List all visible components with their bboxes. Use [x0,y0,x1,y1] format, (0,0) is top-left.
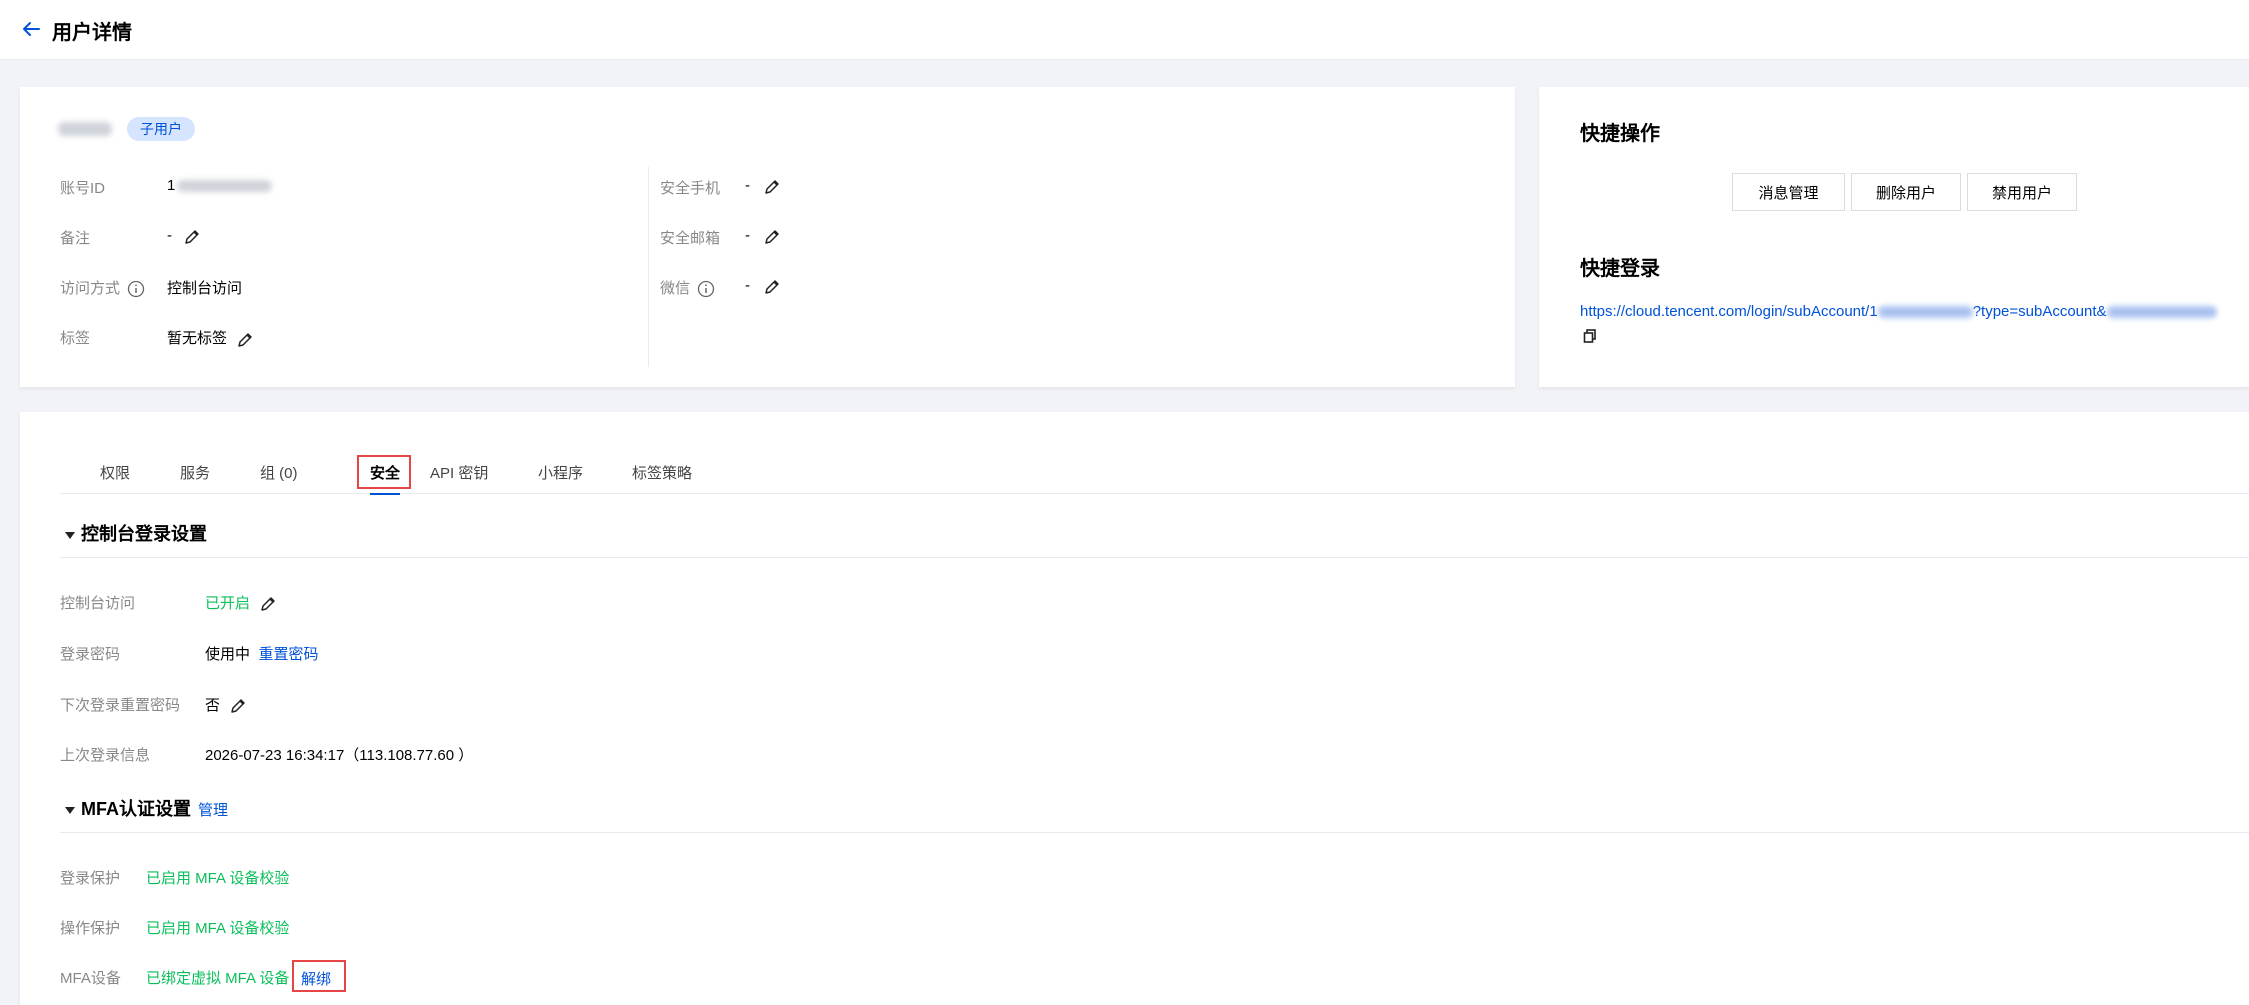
sub-user-badge: 子用户 [127,117,195,141]
top-bar: 用户详情 [0,0,2249,60]
section-divider [60,832,2249,833]
tab-permissions[interactable]: 权限 [100,462,130,483]
login-protection-label: 登录保护 [60,870,121,887]
tab-mini-programs[interactable]: 小程序 [538,462,583,483]
user-info-card: 子用户 账号ID 1 备注 - 访问方式 控制台访问 标签 暂无标签 安全手机 … [20,87,1515,387]
quick-login-title: 快捷登录 [1580,258,1660,280]
account-id-label: 账号ID [60,180,106,197]
tab-groups[interactable]: 组 (0) [260,462,298,483]
console-access-label: 控制台访问 [60,595,136,612]
edit-remark-pencil-icon[interactable] [184,228,201,245]
active-tab-underline [370,493,400,495]
unbind-highlight [292,960,346,992]
edit-reset-next-pencil-icon[interactable] [230,697,247,714]
edit-email-pencil-icon[interactable] [764,228,781,245]
tag-value: 暂无标签 [167,327,254,348]
security-tab-highlight [357,455,411,489]
reset-password-link[interactable]: 重置密码 [258,646,318,663]
reset-next-login-value: 否 [205,694,247,715]
tab-bar: 权限 服务 组 (0) 安全 API 密钥 小程序 标签策略 [60,442,2249,495]
wechat-label: 微信 [660,277,715,298]
tab-tag-policy[interactable]: 标签策略 [632,462,692,483]
account-id-value: 1 [167,177,273,194]
edit-tag-pencil-icon[interactable] [237,331,254,348]
console-login-section-title[interactable]: 控制台登录设置 [64,520,207,546]
mfa-device-value: 已绑定虚拟 MFA 设备 [146,970,290,987]
tab-api-keys[interactable]: API 密钥 [430,462,488,483]
main-content-card: 权限 服务 组 (0) 安全 API 密钥 小程序 标签策略 控制台登录设置 控… [20,412,2249,1005]
reset-next-login-label: 下次登录重置密码 [60,697,181,714]
mfa-section-title[interactable]: MFA认证设置 管理 [64,795,228,821]
quick-login-url[interactable]: https://cloud.tencent.com/login/subAccou… [1580,303,2217,320]
security-email-value: - [745,227,781,245]
operation-protection-value: 已启用 MFA 设备校验 [146,920,290,937]
caret-down-icon [65,807,75,815]
last-login-value: 2026-07-23 16:34:17（113.108.77.60 ） [205,747,474,764]
wechat-value: - [745,277,781,295]
security-phone-value: - [745,177,781,195]
caret-down-icon [65,532,75,540]
page-title: 用户详情 [52,22,132,44]
disable-user-button[interactable]: 禁用用户 [1967,173,2077,211]
last-login-label: 上次登录信息 [60,747,151,764]
delete-user-button[interactable]: 删除用户 [1851,173,1961,211]
info-icon[interactable] [127,280,145,298]
login-password-label: 登录密码 [60,646,121,663]
console-access-value: 已开启 [205,592,277,613]
login-password-value: 使用中 重置密码 [205,646,319,663]
edit-phone-pencil-icon[interactable] [764,178,781,195]
access-method-value: 控制台访问 [167,280,243,297]
access-method-label: 访问方式 [60,277,145,298]
message-management-button[interactable]: 消息管理 [1732,173,1845,211]
security-phone-label: 安全手机 [660,180,721,197]
copy-icon[interactable] [1582,328,1598,344]
user-name [58,120,112,138]
remark-label: 备注 [60,230,91,247]
edit-console-access-pencil-icon[interactable] [260,595,277,612]
operation-protection-label: 操作保护 [60,920,121,937]
quick-actions-card: 快捷操作 消息管理 删除用户 禁用用户 快捷登录 https://cloud.t… [1539,87,2249,387]
tag-label: 标签 [60,330,91,347]
column-divider [648,167,649,367]
login-protection-value: 已启用 MFA 设备校验 [146,870,290,887]
section-divider [60,557,2249,558]
tab-services[interactable]: 服务 [180,462,210,483]
edit-wechat-pencil-icon[interactable] [764,278,781,295]
mfa-device-label: MFA设备 [60,970,121,987]
security-email-label: 安全邮箱 [660,230,721,247]
info-icon[interactable] [697,280,715,298]
arrow-left-icon[interactable] [20,18,42,40]
quick-actions-title: 快捷操作 [1580,123,1660,145]
mfa-manage-link[interactable]: 管理 [198,802,228,819]
remark-value: - [167,227,201,245]
